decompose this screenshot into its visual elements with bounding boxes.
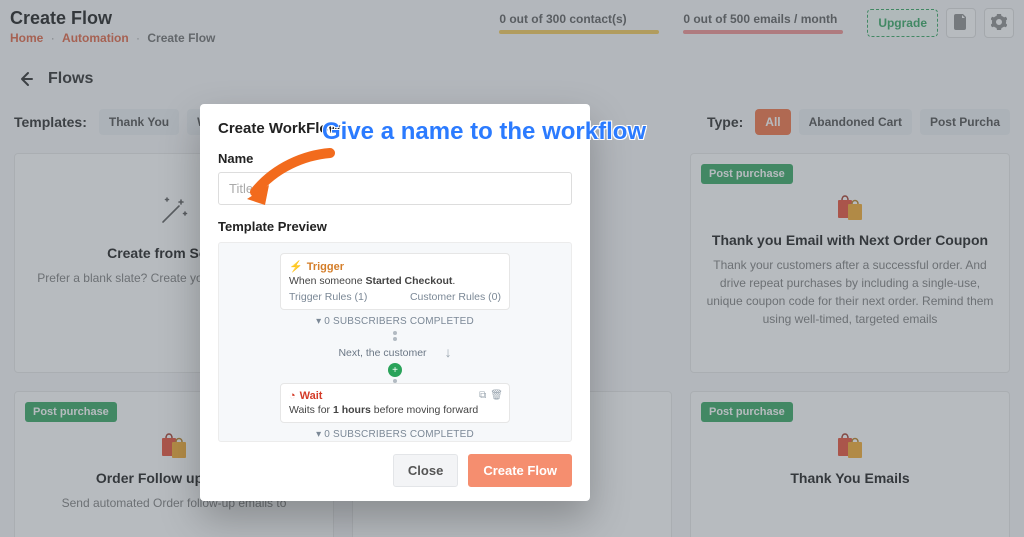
trash-icon[interactable]: 🗑	[490, 390, 503, 401]
preview-wait-desc: Waits for 1 hours before moving forward	[289, 404, 478, 416]
preview-add-step-button[interactable]: +	[388, 363, 402, 377]
copy-icon[interactable]: ⧉	[479, 390, 486, 401]
template-preview-panel: ⚡Trigger When someone Started Checkout. …	[218, 242, 572, 442]
bolt-icon: ⚡	[289, 260, 303, 273]
preview-trigger-desc: When someone Started Checkout.	[289, 275, 455, 287]
preview-customer-rules: Customer Rules (0)	[410, 291, 501, 303]
preview-subscribers-completed: ▾ 0 SUBSCRIBERS COMPLETED	[229, 316, 561, 327]
preview-trigger-label: Trigger	[307, 261, 344, 273]
preview-next-label: Next, the customer	[338, 347, 426, 359]
template-preview-label: Template Preview	[218, 219, 572, 234]
create-workflow-modal: Create WorkFlow Name Template Preview ⚡ T…	[200, 104, 590, 501]
preview-trigger-rules: Trigger Rules (1)	[289, 291, 367, 303]
clock-icon: ◔	[289, 390, 296, 402]
workflow-name-input[interactable]	[218, 172, 572, 205]
preview-wait-card: ⧉ 🗑 ◔ Wait Waits for 1 hours before moving…	[280, 383, 510, 423]
preview-subscribers-completed: ▾ 0 SUBSCRIBERS COMPLETED	[229, 429, 561, 440]
modal-title: Create WorkFlow	[218, 120, 572, 137]
name-field-label: Name	[218, 151, 572, 166]
preview-trigger-card: ⚡Trigger When someone Started Checkout. …	[280, 253, 510, 310]
create-flow-button[interactable]: Create Flow	[468, 454, 572, 487]
close-button[interactable]: Close	[393, 454, 458, 487]
preview-wait-label: Wait	[300, 390, 323, 402]
arrow-down-icon: ↓	[445, 347, 452, 357]
